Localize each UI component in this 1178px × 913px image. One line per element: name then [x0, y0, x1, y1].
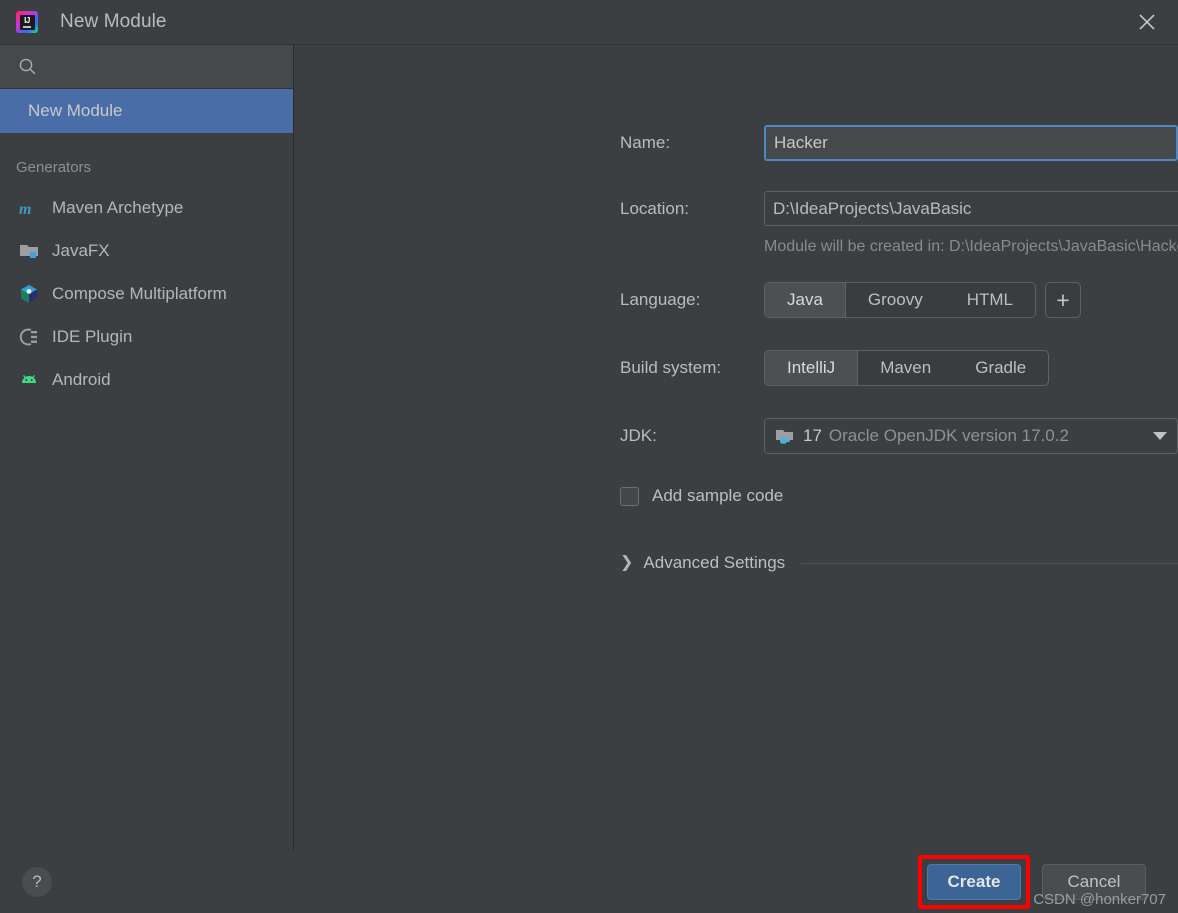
intellij-idea-logo: IJ [16, 11, 38, 33]
dialog-footer: ? Create Cancel CSDN @honker707 [0, 850, 1178, 913]
sidebar-item-label: New Module [28, 101, 123, 120]
advanced-settings-toggle[interactable]: ❯ Advanced Settings [294, 553, 1178, 573]
location-row: Location: D:\IdeaProjects\JavaBasic [294, 191, 1178, 226]
build-system-segmented-control: IntelliJ Maven Gradle [764, 350, 1050, 386]
name-label: Name: [620, 133, 671, 152]
language-option-java[interactable]: Java [765, 283, 846, 317]
help-icon[interactable]: ? [22, 866, 52, 897]
jdk-label: JDK: [620, 426, 657, 445]
sidebar-section-generators: Generators [16, 159, 92, 176]
language-option-html[interactable]: HTML [945, 283, 1035, 317]
sidebar: New Module Generators m Maven Archetype [0, 45, 294, 850]
create-button[interactable]: Create [927, 863, 1021, 900]
add-sample-code-label: Add sample code [652, 486, 784, 505]
svg-text:m: m [19, 201, 31, 218]
compose-multiplatform-icon [18, 283, 40, 305]
advanced-settings-divider [801, 562, 1178, 564]
add-sample-code-checkbox[interactable] [620, 486, 639, 506]
sidebar-item-label: Android [52, 369, 111, 389]
new-module-form: Name: Hacker 模块名称：Hacker Location: D:\Id… [294, 45, 1178, 573]
jdk-folder-icon [775, 427, 796, 446]
cancel-button[interactable]: Cancel [1042, 863, 1146, 900]
new-module-dialog: IJ New Module New Module Generators m Ma… [0, 0, 1178, 913]
ide-plugin-icon [18, 326, 40, 348]
language-option-groovy[interactable]: Groovy [846, 283, 945, 317]
jdk-version: 17 [803, 426, 822, 445]
add-language-button[interactable]: + [1045, 282, 1081, 318]
location-label: Location: [620, 198, 689, 218]
chevron-right-icon: ❯ [620, 554, 634, 571]
main-panel: Name: Hacker 模块名称：Hacker Location: D:\Id… [294, 45, 1178, 850]
build-system-row: Build system: IntelliJ Maven Gradle [294, 350, 1178, 386]
chevron-down-icon[interactable] [1153, 432, 1167, 440]
dialog-body: New Module Generators m Maven Archetype [0, 44, 1178, 850]
search-input[interactable] [0, 45, 293, 89]
javafx-icon [18, 240, 40, 262]
sidebar-item-label: Maven Archetype [52, 197, 184, 217]
language-segmented-control: Java Groovy HTML [764, 282, 1036, 318]
sidebar-item-compose-multiplatform[interactable]: Compose Multiplatform [0, 272, 293, 315]
language-label: Language: [620, 290, 701, 309]
jdk-row: JDK: 17 Oracle OpenJDK version 17.0.2 [294, 418, 1178, 454]
sidebar-item-android[interactable]: Android [0, 358, 293, 401]
build-system-option-gradle[interactable]: Gradle [953, 351, 1048, 385]
location-input-value: D:\IdeaProjects\JavaBasic [773, 198, 972, 218]
create-button-highlight: Create [918, 854, 1030, 909]
dialog-title: New Module [60, 11, 167, 32]
sidebar-item-maven-archetype[interactable]: m Maven Archetype [0, 186, 293, 229]
language-row: Language: Java Groovy HTML + [294, 282, 1178, 318]
sidebar-item-ide-plugin[interactable]: IDE Plugin [0, 315, 293, 358]
jdk-description: Oracle OpenJDK version 17.0.2 [828, 426, 1069, 445]
build-system-label: Build system: [620, 358, 722, 377]
build-system-option-intellij[interactable]: IntelliJ [765, 351, 859, 385]
name-input-value: Hacker [774, 133, 828, 152]
sidebar-item-label: Compose Multiplatform [52, 283, 227, 303]
android-icon [18, 369, 40, 391]
advanced-settings-label: Advanced Settings [643, 553, 786, 572]
location-input[interactable]: D:\IdeaProjects\JavaBasic [764, 191, 1178, 226]
sidebar-item-label: JavaFX [52, 240, 110, 260]
add-sample-code-row[interactable]: Add sample code [294, 486, 1178, 506]
name-input[interactable]: Hacker [764, 125, 1178, 161]
build-system-option-maven[interactable]: Maven [858, 351, 953, 385]
dialog-titlebar: IJ New Module [0, 0, 1178, 44]
sidebar-item-new-module[interactable]: New Module [0, 89, 293, 133]
maven-icon: m [18, 197, 40, 219]
search-icon [18, 57, 37, 76]
sidebar-item-javafx[interactable]: JavaFX [0, 229, 293, 272]
jdk-select[interactable]: 17 Oracle OpenJDK version 17.0.2 [764, 418, 1178, 454]
location-hint: Module will be created in: D:\IdeaProjec… [764, 238, 1178, 255]
name-row: Name: Hacker 模块名称：Hacker [294, 125, 1178, 161]
close-icon[interactable] [1116, 0, 1178, 44]
sidebar-item-label: IDE Plugin [52, 326, 133, 346]
